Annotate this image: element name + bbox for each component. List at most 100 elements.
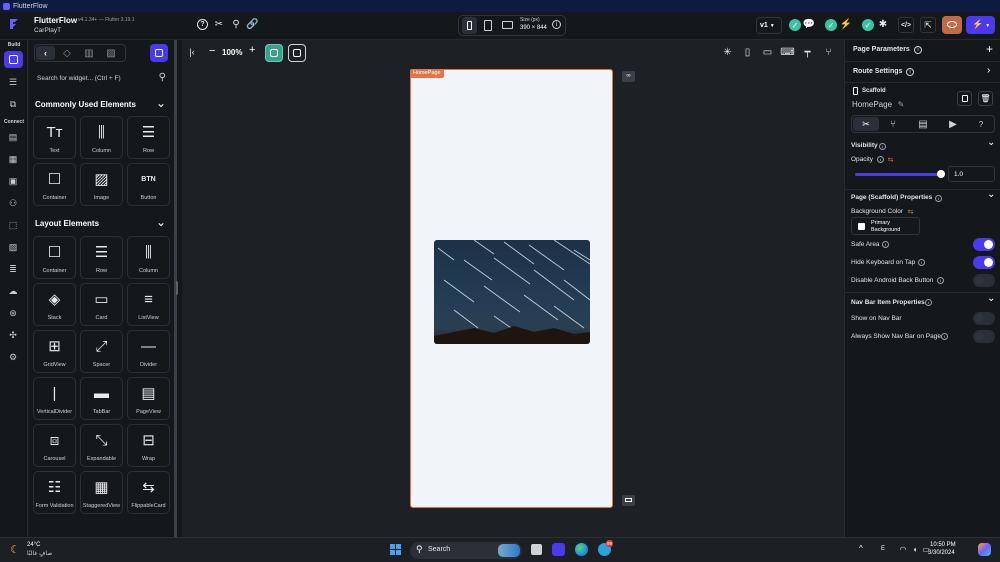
widget-tile-text[interactable]: Tт Text xyxy=(33,116,76,159)
taskbar-search[interactable]: ⚲ Search xyxy=(410,542,522,559)
run-button[interactable]: ⚡ ▼ xyxy=(966,16,995,34)
copilot-icon[interactable] xyxy=(978,543,991,556)
route-settings-title[interactable]: Route Settings xyxy=(853,68,902,75)
clock-date[interactable]: 3/30/2024 xyxy=(928,550,955,556)
widget-tile-expandable[interactable]: ⤡ Expandable xyxy=(80,424,123,467)
opacity-input[interactable]: 1.0 xyxy=(948,166,995,182)
copy-widget-button[interactable] xyxy=(957,91,972,106)
safe-area-toggle[interactable] xyxy=(973,238,995,251)
widget-tile-card[interactable]: ▭ Card xyxy=(80,283,123,326)
phone-device-button[interactable] xyxy=(462,17,477,34)
chevron-down-icon[interactable]: ⌄ xyxy=(156,215,166,229)
widget-tile-divider[interactable]: — Divider xyxy=(127,330,170,373)
theme-icon[interactable]: ⚇ xyxy=(6,196,20,210)
widget-tile-column[interactable]: ⫼ Column xyxy=(80,116,123,159)
localization-icon[interactable]: ≣ xyxy=(6,262,20,276)
widget-tile-tabbar[interactable]: ▬ TabBar xyxy=(80,377,123,420)
components-tab-icon[interactable]: ◇ xyxy=(61,47,73,59)
widget-tile-spacer[interactable]: ⤢ Spacer xyxy=(80,330,123,373)
laptop-preview-icon[interactable] xyxy=(622,495,635,506)
start-button[interactable] xyxy=(390,544,402,556)
check-status-icon[interactable]: ✓ xyxy=(789,19,801,31)
widget-tile-carousel[interactable]: ⧈ Carousel xyxy=(33,424,76,467)
page-name-tag[interactable]: HomePage xyxy=(410,69,444,78)
widget-tile-pageview[interactable]: ▤ PageView xyxy=(127,377,170,420)
add-widget-button[interactable] xyxy=(150,44,168,62)
chevron-down-icon[interactable]: ⌄ xyxy=(987,137,995,148)
storyboard-icon[interactable]: ⧉ xyxy=(6,97,20,111)
opacity-slider[interactable] xyxy=(855,170,945,178)
properties-tab[interactable]: ✂ xyxy=(853,117,879,131)
link-icon[interactable]: 🔗 xyxy=(246,18,259,30)
volume-icon[interactable]: ◖ xyxy=(910,544,920,554)
page-parameters-title[interactable]: Page Parameters xyxy=(853,46,910,53)
weather-icon[interactable]: ☾ xyxy=(8,542,22,556)
hide-keyboard-toggle[interactable] xyxy=(973,256,995,269)
device-frame-icon[interactable]: ▭ xyxy=(762,47,773,58)
phone-frame-icon[interactable]: ▯ xyxy=(742,47,753,58)
info-icon[interactable]: i xyxy=(552,20,561,29)
info-icon[interactable]: i xyxy=(906,68,914,76)
set-variable-icon[interactable]: ⇆ xyxy=(886,155,895,164)
ruler-icon[interactable]: ┯ xyxy=(802,47,813,58)
disable-back-toggle[interactable] xyxy=(973,274,995,287)
settings-gear-icon[interactable]: ⚙ xyxy=(6,350,20,364)
actions-tab-icon[interactable]: ⑂ xyxy=(887,118,899,130)
add-parameter-icon[interactable]: + xyxy=(986,42,993,56)
bug-icon[interactable]: ✱ xyxy=(877,18,889,30)
widget-tile-column[interactable]: ⫼ Column xyxy=(127,236,170,279)
delete-widget-button[interactable]: 🗑 xyxy=(978,91,993,106)
clock-time[interactable]: 10:50 PM xyxy=(930,542,956,548)
widget-tile-stack[interactable]: ◈ Stack xyxy=(33,283,76,326)
backend-query-tab-icon[interactable]: ▤ xyxy=(917,118,929,130)
check-status-icon[interactable]: ✓ xyxy=(862,19,874,31)
zoom-level[interactable]: 100% xyxy=(222,48,242,57)
preview-mode-button[interactable] xyxy=(265,44,283,62)
library-tab-icon[interactable]: ▨ xyxy=(105,47,117,59)
widget-name[interactable]: HomePage xyxy=(852,100,892,109)
info-icon[interactable]: i xyxy=(879,143,886,150)
widget-tile-wrap[interactable]: ⊟ Wrap xyxy=(127,424,170,467)
info-icon[interactable]: i xyxy=(937,277,944,284)
widget-palette-button[interactable] xyxy=(4,51,23,68)
info-icon[interactable]: i xyxy=(925,299,932,306)
chevron-right-icon[interactable]: › xyxy=(987,65,990,76)
widget-tile-staggeredview[interactable]: ▦ StaggeredView xyxy=(80,471,123,514)
widget-tile-row[interactable]: ☰ Row xyxy=(80,236,123,279)
flutterflow-taskbar-icon[interactable] xyxy=(552,543,565,556)
api-calls-icon[interactable]: ▦ xyxy=(6,152,20,166)
widget-tile-button[interactable]: BTN Button xyxy=(127,163,170,206)
info-icon[interactable]: i xyxy=(935,195,942,202)
widget-tile-image[interactable]: ▨ Image xyxy=(80,163,123,206)
chevron-down-icon[interactable]: ⌄ xyxy=(987,189,995,200)
select-mode-button[interactable] xyxy=(288,44,306,62)
chevron-up-icon[interactable]: ^ xyxy=(859,544,863,553)
animations-tab-icon[interactable]: ▶ xyxy=(947,118,959,130)
media-assets-icon[interactable]: ▣ xyxy=(6,174,20,188)
wifi-icon[interactable]: ◠ xyxy=(898,544,908,554)
widgets-tab[interactable]: ‹ xyxy=(36,46,55,60)
help-tab-icon[interactable]: ? xyxy=(975,118,987,130)
panel-resize-handle[interactable] xyxy=(176,281,178,295)
custom-code-icon[interactable]: ⬚ xyxy=(6,218,20,232)
code-icon[interactable]: </> xyxy=(898,17,914,33)
tools-icon[interactable]: ✂ xyxy=(213,18,225,30)
tablet-device-icon[interactable] xyxy=(484,20,492,31)
widget-tile-container[interactable]: ☐ Container xyxy=(33,163,76,206)
chevron-down-icon[interactable]: ⌄ xyxy=(156,96,166,110)
edit-icon[interactable]: ✎ xyxy=(896,99,906,109)
design-canvas[interactable]: |‹ − 100% + ✳ ▯ ▭ ⌨ ┯ ⑂ HomePage ∞ xyxy=(182,40,844,537)
help-icon[interactable]: ? xyxy=(197,19,208,30)
zoom-out-button[interactable]: − xyxy=(209,45,215,57)
version-select[interactable]: v1 ▼ xyxy=(756,17,782,34)
widget-tile-row[interactable]: ☰ Row xyxy=(127,116,170,159)
widget-search-input[interactable]: Search for widget... (Ctrl + F) ⚲ xyxy=(34,71,170,87)
share-icon[interactable]: ⇱ xyxy=(920,17,936,33)
show-nav-toggle[interactable] xyxy=(973,312,995,325)
page-link-icon[interactable]: ∞ xyxy=(622,71,635,82)
set-variable-icon[interactable]: ⇆ xyxy=(906,207,915,216)
data-types-icon[interactable]: ▤ xyxy=(6,130,20,144)
app-logo-icon[interactable] xyxy=(7,17,21,31)
info-icon[interactable]: i xyxy=(877,156,884,163)
zoom-in-button[interactable]: + xyxy=(249,44,255,56)
